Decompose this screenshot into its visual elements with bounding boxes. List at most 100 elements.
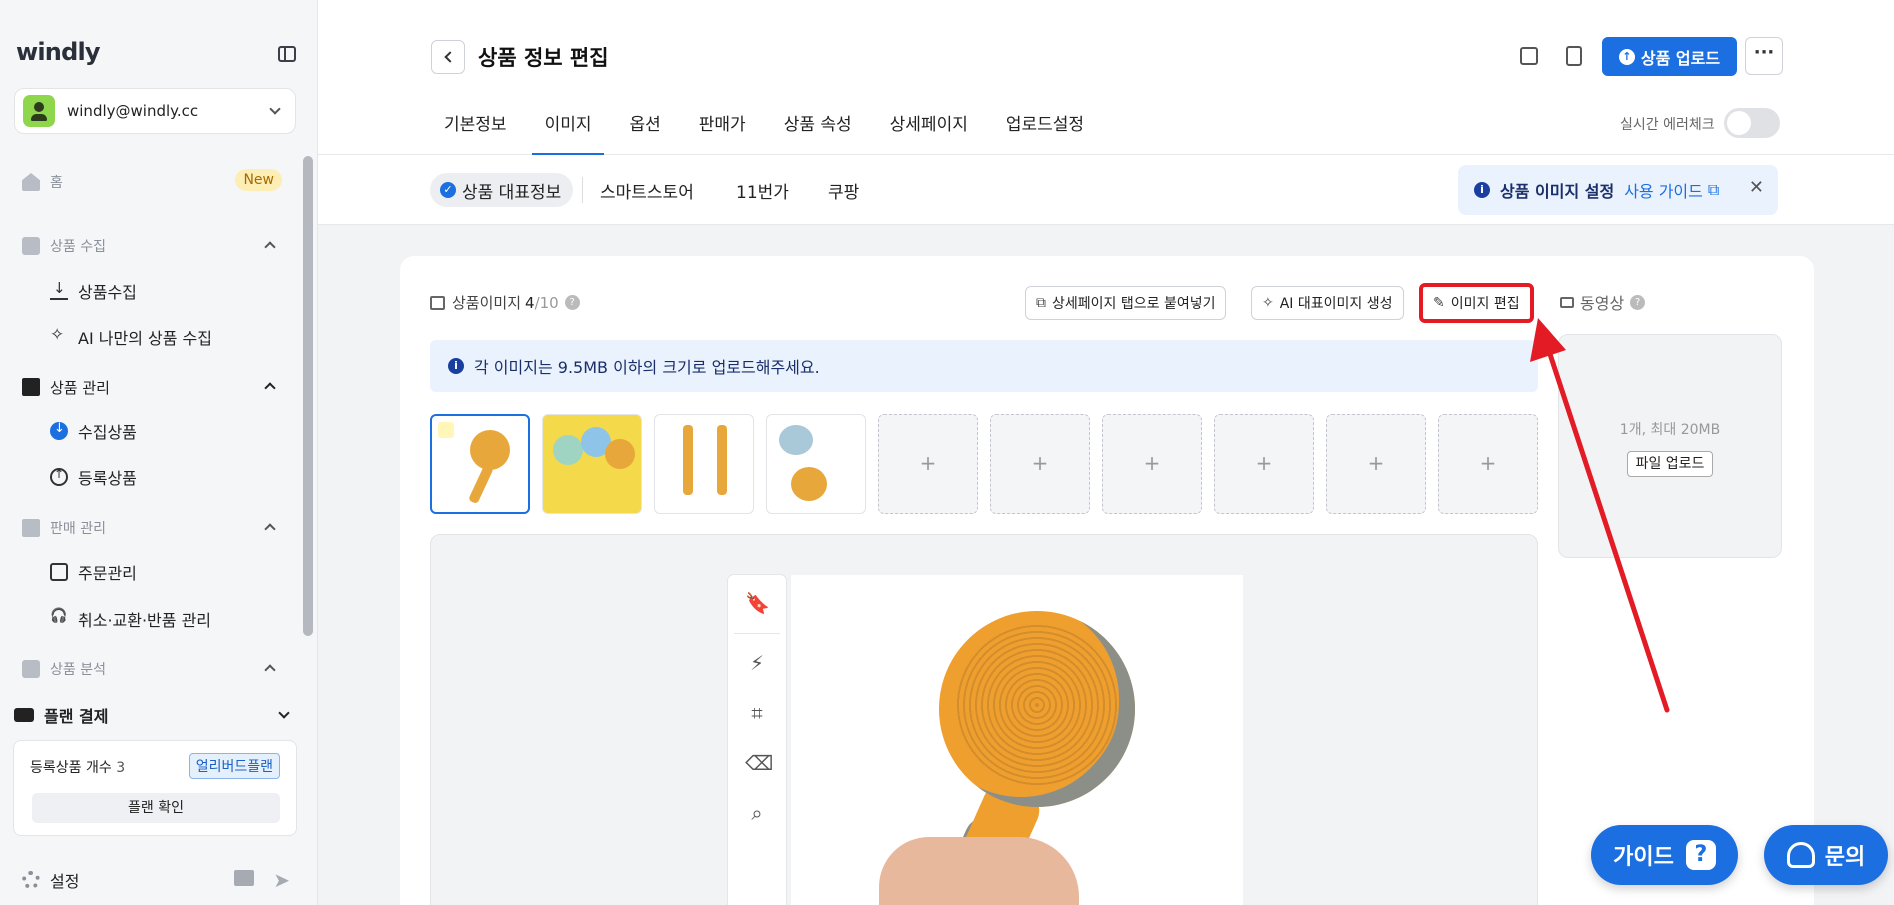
upload-circle-icon xyxy=(50,467,68,486)
editor-canvas[interactable] xyxy=(791,575,1243,905)
sidebar-item-label: 수집상품 xyxy=(78,423,137,442)
edit-icon: ✎ xyxy=(1433,295,1445,311)
sidebar-section-collect[interactable]: 상품 수집 xyxy=(22,231,282,261)
subtab-coupang[interactable]: 쿠팡 xyxy=(818,173,869,207)
sidebar-scrollbar[interactable] xyxy=(303,156,313,636)
chevron-up-icon xyxy=(264,664,276,676)
sidebar-item-collected[interactable]: 수집상품 xyxy=(50,416,282,446)
chevron-down-icon xyxy=(278,707,290,719)
plus-icon: + xyxy=(1479,451,1497,475)
crop-icon[interactable]: ⌗ xyxy=(745,701,769,725)
external-link-icon[interactable]: ⧉ xyxy=(1708,180,1719,200)
sidebar-section-analysis[interactable]: 상품 분석 xyxy=(22,654,282,684)
divider xyxy=(582,177,583,203)
external-link-icon[interactable] xyxy=(1520,47,1538,65)
subtab-main-info[interactable]: ✓ 상품 대표정보 xyxy=(430,173,574,207)
add-image-slot[interactable]: + xyxy=(878,414,978,514)
account-selector[interactable]: windly@windly.cc xyxy=(14,88,296,134)
plan-count: 등록상품 개수 3 xyxy=(30,757,125,777)
send-icon[interactable]: ➤ xyxy=(273,868,290,892)
contact-fab[interactable]: 문의 xyxy=(1764,825,1888,885)
size-notice: i 각 이미지는 9.5MB 이하의 크기로 업로드해주세요. xyxy=(430,340,1538,392)
add-image-slot[interactable]: + xyxy=(1214,414,1314,514)
sidebar-section-label: 판매 관리 xyxy=(50,521,106,537)
plan-tag: 얼리버드플랜 xyxy=(188,753,280,779)
book-icon[interactable] xyxy=(234,870,254,886)
tab-image[interactable]: 이미지 xyxy=(531,100,605,155)
thumb-image xyxy=(779,425,813,455)
tab-price[interactable]: 판매가 xyxy=(686,100,759,155)
sidebar-item-registered[interactable]: 등록상품 xyxy=(50,462,282,492)
upload-icon: ↑ xyxy=(1618,48,1635,65)
product-upload-button[interactable]: ↑ 상품 업로드 xyxy=(1602,37,1737,76)
more-button[interactable]: ··· xyxy=(1745,37,1783,75)
info-icon: i xyxy=(448,358,464,374)
info-icon: i xyxy=(1474,182,1490,198)
page-title: 상품 정보 편집 xyxy=(478,46,609,70)
tab-detail-page[interactable]: 상세페이지 xyxy=(877,100,981,155)
help-icon[interactable]: ? xyxy=(564,295,580,310)
sidebar-item-home[interactable]: 홈 New xyxy=(22,167,282,197)
guide-title: 상품 이미지 설정 xyxy=(1500,182,1615,201)
account-email: windly@windly.cc xyxy=(67,102,199,120)
subtab-label: 상품 대표정보 xyxy=(462,182,562,203)
back-button[interactable] xyxy=(431,40,465,74)
sidebar-section-sales[interactable]: 판매 관리 xyxy=(22,513,282,543)
settings-label[interactable]: 설정 xyxy=(50,868,79,892)
zoom-icon[interactable]: ⌕ xyxy=(745,801,769,825)
plan-check-button[interactable]: 플랜 확인 xyxy=(32,793,280,823)
help-icon[interactable]: ? xyxy=(1630,294,1646,310)
sparkle-icon: ✧ xyxy=(1262,295,1274,311)
bookmark-icon[interactable]: 🔖 xyxy=(745,591,770,615)
magic-wand-icon[interactable]: ⚡ xyxy=(745,651,769,675)
thumb-image xyxy=(605,439,635,469)
eraser-icon[interactable]: ⌫ xyxy=(745,751,773,775)
sidebar-section-manage[interactable]: 상품 관리 xyxy=(22,372,282,402)
sidebar-item-collect[interactable]: 상품수집 xyxy=(50,276,282,306)
plus-icon: + xyxy=(1367,451,1385,475)
image-thumb-1[interactable] xyxy=(430,414,530,514)
product-image-label: 상품이미지 4 /10 ? xyxy=(430,292,580,313)
subtab-smartstore[interactable]: 스마트스토어 xyxy=(590,173,704,207)
add-image-slot[interactable]: + xyxy=(1438,414,1538,514)
thumb-image xyxy=(553,435,583,465)
live-check-toggle[interactable] xyxy=(1724,108,1780,138)
image-thumb-2[interactable] xyxy=(542,414,642,514)
sidebar-item-label: 취소·교환·반품 관리 xyxy=(78,611,212,630)
paste-to-detail-button[interactable]: ⧉ 상세페이지 탭으로 붙여넣기 xyxy=(1025,286,1227,320)
close-icon[interactable]: ✕ xyxy=(1749,177,1764,198)
subtab-11st[interactable]: 11번가 xyxy=(726,173,799,207)
add-image-slot[interactable]: + xyxy=(990,414,1090,514)
tab-upload-settings[interactable]: 업로드설정 xyxy=(993,100,1097,155)
sidebar-item-orders[interactable]: 주문관리 xyxy=(50,557,282,587)
tab-basic[interactable]: 기본정보 xyxy=(431,100,520,155)
plus-icon: + xyxy=(919,451,937,475)
add-image-slot[interactable]: + xyxy=(1326,414,1426,514)
ai-image-button[interactable]: ✧ AI 대표이미지 생성 xyxy=(1251,286,1404,320)
guide-fab[interactable]: 가이드 ? xyxy=(1591,825,1738,885)
home-icon xyxy=(22,173,40,191)
new-badge: New xyxy=(235,169,282,191)
image-edit-button[interactable]: ✎ 이미지 편집 xyxy=(1419,283,1534,323)
headset-icon xyxy=(1786,842,1815,868)
image-guide-banner: i 상품 이미지 설정 사용 가이드 ⧉ ✕ xyxy=(1458,165,1778,215)
guide-link[interactable]: 사용 가이드 xyxy=(1624,178,1703,202)
image-thumb-4[interactable] xyxy=(766,414,866,514)
image-editor: 🔖 ⚡ ⌗ ⌫ ⌕ xyxy=(430,534,1538,905)
sidebar-item-returns[interactable]: 취소·교환·반품 관리 xyxy=(50,604,282,634)
document-icon[interactable] xyxy=(1566,46,1582,66)
thumb-image xyxy=(683,425,693,495)
add-image-slot[interactable]: + xyxy=(1102,414,1202,514)
image-thumb-3[interactable] xyxy=(654,414,754,514)
file-upload-button[interactable]: 파일 업로드 xyxy=(1627,451,1713,477)
gear-icon[interactable] xyxy=(22,871,40,889)
image-count: 4 xyxy=(525,293,535,312)
tab-option[interactable]: 옵션 xyxy=(616,100,673,155)
video-dropzone[interactable]: 1개, 최대 20MB 파일 업로드 xyxy=(1558,334,1782,558)
sidebar-item-ai-collect[interactable]: AI 나만의 상품 수집 xyxy=(50,322,282,352)
sidebar-item-label: AI 나만의 상품 수집 xyxy=(78,329,212,348)
image-max: /10 xyxy=(534,293,559,312)
plan-toggle[interactable]: 플랜 결제 xyxy=(14,700,296,730)
tab-attributes[interactable]: 상품 속성 xyxy=(771,100,865,155)
sidebar-collapse-icon[interactable] xyxy=(278,46,296,62)
